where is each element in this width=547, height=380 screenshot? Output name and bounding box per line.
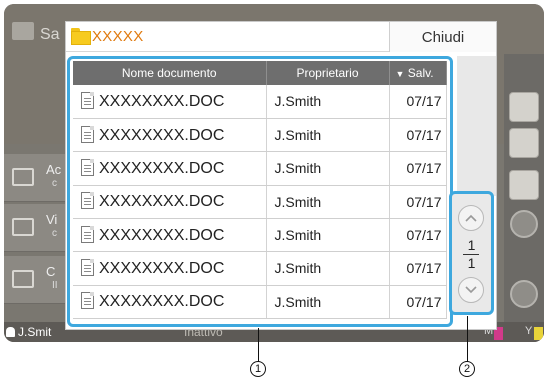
- list-view-button[interactable]: [509, 128, 539, 158]
- side-button-sub: II: [52, 280, 58, 291]
- status-user: J.Smit: [18, 325, 52, 339]
- background-side-button-1[interactable]: Ac c: [4, 154, 68, 202]
- list-callout-frame: [67, 56, 453, 327]
- list-scroll-track: [457, 56, 496, 196]
- page-down-button[interactable]: [458, 277, 484, 303]
- folder-icon: [71, 28, 91, 45]
- page-up-button[interactable]: [458, 205, 484, 231]
- background-title: Sa: [40, 26, 60, 43]
- page-current: 1: [467, 237, 476, 253]
- menu-button[interactable]: [509, 170, 539, 200]
- side-button-label: Vi: [46, 212, 58, 227]
- background-folder-icon: [12, 22, 34, 40]
- side-button-sub: c: [52, 228, 57, 239]
- user-icon: [6, 327, 15, 337]
- add-icon: [12, 168, 34, 186]
- dialog-header: XXXXX Chiudi: [66, 22, 496, 52]
- side-button-label: C: [46, 264, 56, 279]
- yellow-ink-label: Y: [525, 325, 533, 337]
- grid-view-button[interactable]: [509, 92, 539, 122]
- background-side-button-3[interactable]: C II: [4, 256, 68, 304]
- callout-number-1: 1: [250, 361, 266, 377]
- callout-number-2: 2: [459, 361, 475, 377]
- callout-leader-1: [258, 328, 259, 362]
- background-scroll-down-icon[interactable]: [510, 280, 538, 308]
- folder-view-icon: [12, 218, 34, 236]
- callout-leader-2: [467, 316, 468, 362]
- background-side-button-2[interactable]: Vi c: [4, 204, 68, 252]
- close-button[interactable]: Chiudi: [389, 22, 496, 52]
- yellow-ink-swatch: [534, 327, 543, 340]
- side-button-label: Ac: [46, 162, 62, 177]
- chevron-up-icon: [465, 214, 477, 222]
- chevron-down-icon: [465, 286, 477, 294]
- background-scroll-up-icon[interactable]: [510, 210, 538, 238]
- side-button-sub: c: [52, 178, 57, 189]
- settings-doc-icon: [12, 270, 34, 288]
- page-total: 1: [467, 255, 476, 271]
- folder-name: XXXXX: [92, 28, 144, 45]
